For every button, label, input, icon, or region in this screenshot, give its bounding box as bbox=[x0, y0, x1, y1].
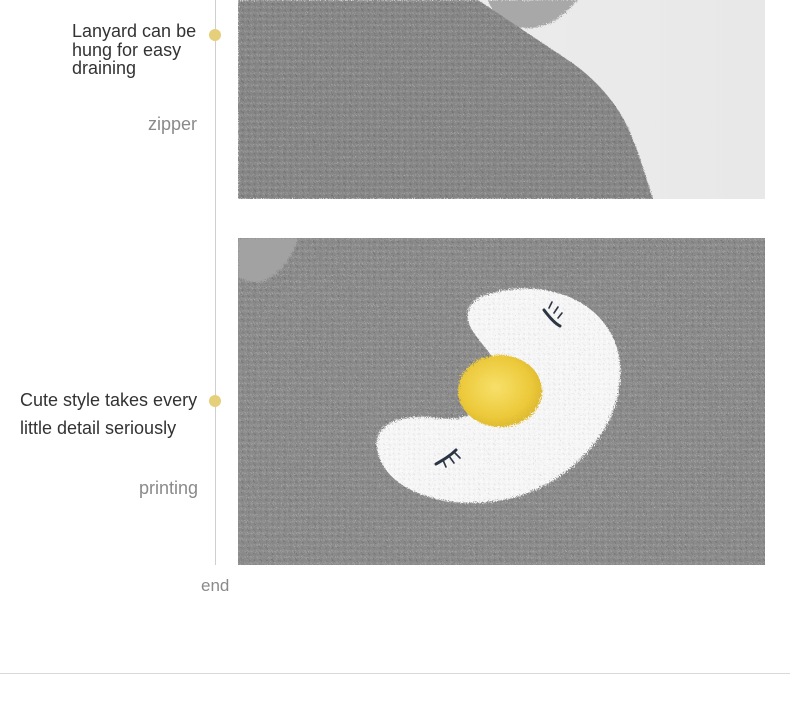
caption-style: Cute style takes every little detail ser… bbox=[20, 390, 198, 438]
end-label: end bbox=[201, 576, 230, 595]
penguin-towel-image bbox=[238, 238, 765, 565]
subcaption-zipper: zipper bbox=[148, 114, 198, 134]
product-photo-penguin bbox=[238, 238, 765, 565]
timeline-line bbox=[215, 0, 216, 565]
plush-pouch-image bbox=[238, 0, 765, 199]
timeline-dot-style bbox=[209, 395, 221, 407]
bottom-divider bbox=[0, 673, 790, 674]
product-photo-lanyard bbox=[238, 0, 765, 199]
subcaption-printing: printing bbox=[139, 478, 199, 498]
caption-lanyard: Lanyard can be hung for easy draining bbox=[72, 21, 197, 78]
